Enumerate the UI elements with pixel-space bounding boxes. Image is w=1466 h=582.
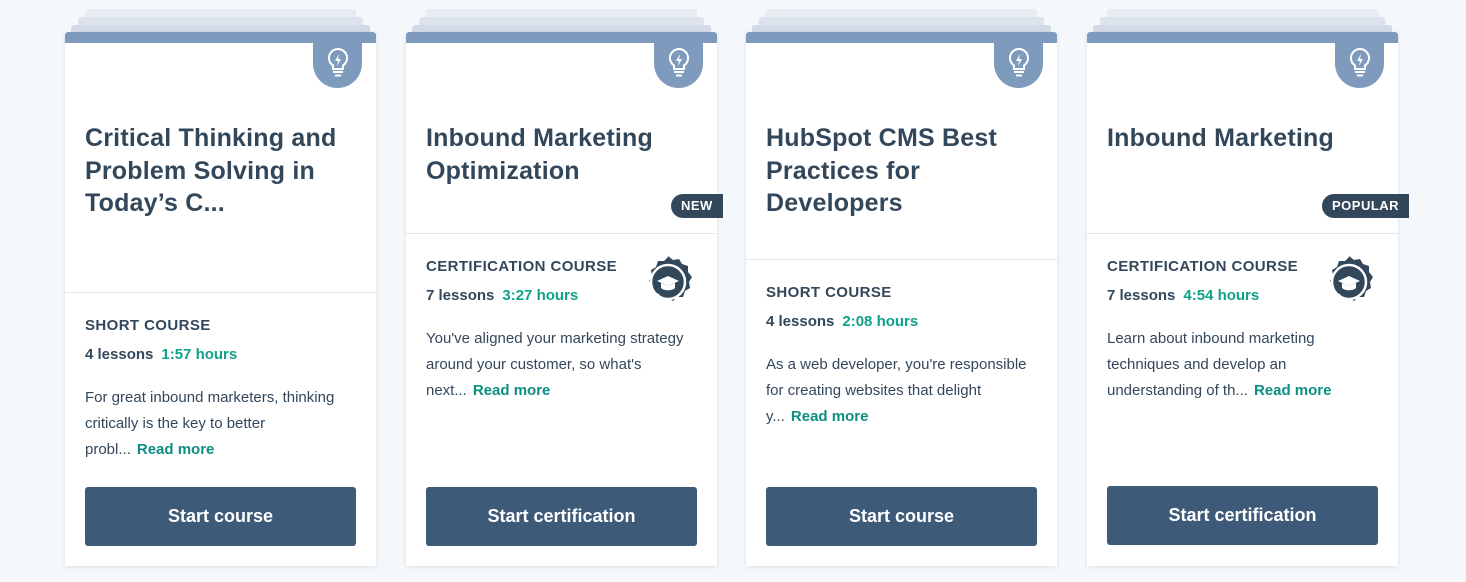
course-type: CERTIFICATION COURSE: [426, 258, 618, 275]
card-body: HubSpot CMS Best Practices for Developer…: [746, 32, 1057, 566]
course-meta: CERTIFICATION COURSE 7 lessons 4:54 hours…: [1107, 258, 1387, 404]
lightbulb-icon: [313, 38, 362, 88]
read-more-link[interactable]: Read more: [473, 382, 551, 399]
lesson-count: 7 lessons: [1107, 287, 1176, 304]
course-meta: CERTIFICATION COURSE 7 lessons 3:27 hours…: [426, 258, 706, 404]
card-divider: [1087, 233, 1398, 234]
course-title: Inbound Marketing Optimization: [426, 124, 653, 185]
course-title: Critical Thinking and Problem Solving in…: [85, 124, 337, 217]
course-card-row: Critical Thinking and Problem Solving in…: [0, 0, 1466, 582]
lightbulb-icon: [994, 38, 1043, 88]
read-more-link[interactable]: Read more: [1254, 382, 1332, 399]
course-card: HubSpot CMS Best Practices for Developer…: [746, 0, 1057, 566]
course-meta: SHORT COURSE 4 lessons 1:57 hours For gre…: [85, 317, 365, 463]
course-hours: 4:54 hours: [1183, 287, 1260, 304]
course-type: SHORT COURSE: [766, 284, 892, 301]
card-body: Inbound Marketing POPULAR CERTIFICATION …: [1087, 32, 1410, 566]
lightbulb-icon: [654, 38, 703, 88]
description-text: You've aligned your marketing strategy a…: [426, 330, 684, 399]
lesson-count: 4 lessons: [766, 313, 835, 330]
new-badge: NEW: [671, 194, 723, 218]
start-certification-button[interactable]: Start certification: [426, 487, 697, 546]
course-counts: 7 lessons 4:54 hours: [1107, 287, 1387, 304]
card-body: Inbound Marketing Optimization NEW CERTI…: [406, 32, 723, 566]
course-hours: 2:08 hours: [842, 313, 919, 330]
course-card: Inbound Marketing Optimization NEW CERTI…: [406, 0, 723, 566]
card-divider: [65, 292, 376, 293]
course-description: For great inbound marketers, thinking cr…: [85, 385, 357, 463]
course-hours: 3:27 hours: [502, 287, 579, 304]
course-description: As a web developer, you're responsible f…: [766, 352, 1038, 430]
read-more-link[interactable]: Read more: [137, 441, 215, 458]
course-hours: 1:57 hours: [161, 346, 238, 363]
course-type: CERTIFICATION COURSE: [1107, 258, 1299, 275]
lightbulb-icon: [1335, 38, 1384, 88]
course-description: You've aligned your marketing strategy a…: [426, 326, 698, 404]
course-card: Critical Thinking and Problem Solving in…: [65, 0, 376, 566]
course-description: Learn about inbound marketing techniques…: [1107, 326, 1379, 404]
course-type: SHORT COURSE: [85, 317, 211, 334]
read-more-link[interactable]: Read more: [791, 408, 869, 425]
course-card: Inbound Marketing POPULAR CERTIFICATION …: [1087, 0, 1410, 566]
course-counts: 7 lessons 3:27 hours: [426, 287, 706, 304]
card-body: Critical Thinking and Problem Solving in…: [65, 32, 376, 566]
lesson-count: 4 lessons: [85, 346, 154, 363]
course-meta: SHORT COURSE 4 lessons 2:08 hours As a we…: [766, 284, 1046, 430]
course-counts: 4 lessons 2:08 hours: [766, 313, 1046, 330]
card-divider: [746, 259, 1057, 260]
card-divider: [406, 233, 717, 234]
start-certification-button[interactable]: Start certification: [1107, 486, 1378, 545]
course-title: HubSpot CMS Best Practices for Developer…: [766, 124, 997, 217]
course-title: Inbound Marketing: [1107, 124, 1334, 152]
course-counts: 4 lessons 1:57 hours: [85, 346, 365, 363]
popular-badge: POPULAR: [1322, 194, 1410, 218]
lesson-count: 7 lessons: [426, 287, 495, 304]
start-course-button[interactable]: Start course: [85, 487, 356, 546]
start-course-button[interactable]: Start course: [766, 487, 1037, 546]
